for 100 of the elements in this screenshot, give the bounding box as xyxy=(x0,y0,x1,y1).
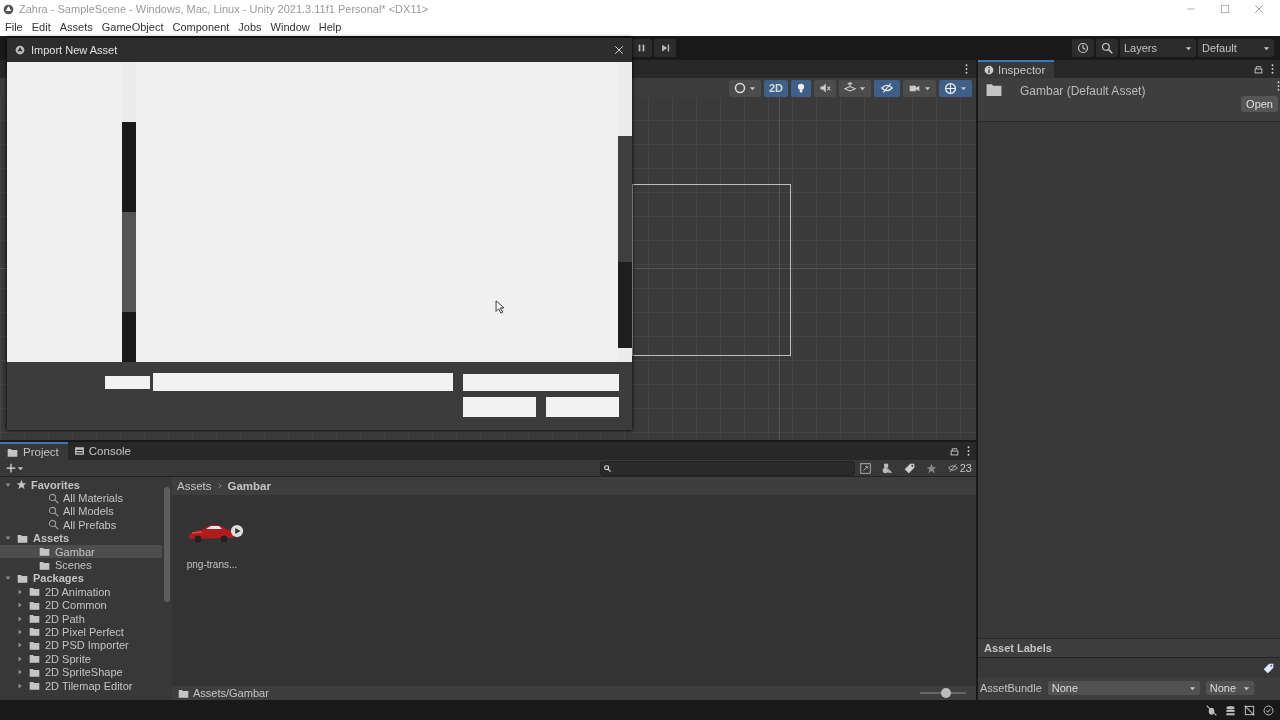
tree-item[interactable]: 2D Common xyxy=(0,598,162,612)
chevron-icon xyxy=(216,482,223,490)
panel-tab[interactable]: Inspector xyxy=(978,60,1055,78)
layers-icon xyxy=(844,82,856,94)
tree-item[interactable]: 2D Path xyxy=(0,611,162,626)
light-toggle[interactable] xyxy=(791,79,811,97)
dropdown-caret-icon xyxy=(1188,684,1196,692)
menu-item[interactable]: Assets xyxy=(59,21,93,33)
search-icon xyxy=(1101,42,1113,54)
history-button[interactable] xyxy=(1072,39,1094,57)
step-button[interactable] xyxy=(654,39,676,57)
tree-item[interactable]: 2D SpriteShape xyxy=(0,665,162,679)
search-icon xyxy=(48,519,59,531)
camera-toggle[interactable] xyxy=(903,79,936,97)
folder-icon xyxy=(16,572,29,584)
search-field[interactable] xyxy=(599,460,855,476)
tree-item[interactable]: 2D Sprite xyxy=(0,652,162,666)
check-icon xyxy=(1263,704,1274,716)
panel-tab[interactable]: Project xyxy=(0,442,68,460)
folder-icon xyxy=(984,81,1004,98)
field-label: AssetBundle xyxy=(980,682,1042,694)
tree-item[interactable]: Gambar xyxy=(0,544,162,559)
tree-item[interactable]: 2D PSD Importer xyxy=(0,638,162,653)
menu-item[interactable]: Help xyxy=(318,21,342,33)
menu-item[interactable]: Component xyxy=(172,21,230,33)
hidden-eye-icon xyxy=(946,463,959,473)
tree-item[interactable]: 2D Pixel Perfect xyxy=(0,625,162,639)
more-icon xyxy=(1277,81,1280,91)
dropdown-caret-icon xyxy=(1263,44,1270,52)
lock-icon xyxy=(950,446,959,456)
visibility-toggle[interactable] xyxy=(874,79,900,97)
folder-icon xyxy=(28,599,41,611)
tree-item[interactable]: Assets xyxy=(0,531,162,545)
window-title: Zahra - SampleScene - Windows, Mac, Linux - Unity 2021.3.11f1 Personal* <DX11> xyxy=(19,3,429,15)
menu-item[interactable]: Edit xyxy=(31,21,51,33)
play-icon xyxy=(230,524,244,538)
shading-toggle[interactable] xyxy=(728,79,761,97)
folder-icon xyxy=(28,586,41,598)
asset-bundle-dropdown[interactable]: None xyxy=(1047,681,1200,695)
folder-icon xyxy=(28,626,41,638)
search-icon xyxy=(48,505,59,517)
panel-tab[interactable]: Console xyxy=(67,442,140,460)
gizmos-toggle[interactable] xyxy=(939,79,972,97)
tag-icon xyxy=(904,462,916,474)
star-icon xyxy=(926,462,938,474)
tree-item[interactable]: All Models xyxy=(0,504,162,519)
unity-logo-icon xyxy=(15,45,25,55)
dropdown-caret-icon xyxy=(1242,684,1250,692)
menu-item[interactable]: File xyxy=(5,21,23,33)
scrollbar[interactable] xyxy=(122,122,136,362)
tree-item[interactable]: 2D Animation xyxy=(0,585,162,599)
plus-icon xyxy=(6,463,16,473)
dropdown-caret-icon xyxy=(859,84,866,92)
more-icon xyxy=(965,64,968,74)
cursor-icon xyxy=(495,300,505,314)
blank-field[interactable] xyxy=(105,375,150,389)
speaker-icon xyxy=(819,82,831,94)
search-button[interactable] xyxy=(1096,39,1118,57)
dropdown-caret-icon xyxy=(1185,44,1192,52)
menu-item[interactable]: Window xyxy=(270,21,310,33)
breadcrumb-item[interactable]: Gambar xyxy=(227,480,271,492)
unity-logo-icon xyxy=(3,3,14,15)
dropdown-caret-icon xyxy=(960,84,967,92)
breadcrumb-item[interactable]: Assets xyxy=(177,480,212,492)
blank-field[interactable] xyxy=(463,373,619,391)
gizmo-globe-icon xyxy=(944,81,957,95)
debug-icon xyxy=(1206,704,1217,716)
tree-item[interactable]: Packages xyxy=(0,571,162,586)
lock-icon xyxy=(1254,64,1263,74)
menu-item[interactable]: GameObject xyxy=(101,21,164,33)
info-icon xyxy=(984,65,994,75)
tree-item[interactable]: All Prefabs xyxy=(0,518,162,532)
cache-icon xyxy=(1225,704,1236,716)
tag-icon xyxy=(1263,662,1274,674)
audio-toggle[interactable] xyxy=(814,79,836,97)
file-name[interactable]: png-trans... xyxy=(186,559,238,570)
menu-item[interactable]: Jobs xyxy=(238,21,262,33)
maximize-icon xyxy=(1220,4,1230,14)
tree-item[interactable]: Scenes xyxy=(0,558,162,572)
tree-item[interactable]: 2D Tilemap Editor xyxy=(0,678,162,693)
layout-dropdown[interactable]: Default xyxy=(1198,39,1274,57)
folder-icon xyxy=(38,546,51,558)
variant-dropdown[interactable]: None xyxy=(1205,681,1254,695)
close-icon xyxy=(614,45,624,55)
tree-item[interactable]: Favorites xyxy=(0,478,162,492)
scrollbar[interactable] xyxy=(618,136,632,348)
close-button[interactable] xyxy=(614,45,624,55)
mode-toggle[interactable]: 2D xyxy=(763,79,788,97)
folder-icon xyxy=(6,446,19,458)
layers-dropdown[interactable]: Layers xyxy=(1120,39,1196,57)
open-button[interactable]: Open xyxy=(1241,96,1278,112)
filter-type-icon xyxy=(882,462,894,474)
section-header: Asset Labels xyxy=(984,642,1052,654)
tree-item[interactable]: All Materials xyxy=(0,491,162,505)
hidden-count: 23 xyxy=(959,462,972,474)
scrollbar-thumb[interactable] xyxy=(164,487,170,602)
blank-field[interactable] xyxy=(153,373,453,391)
pause-button[interactable] xyxy=(630,39,652,57)
effects-toggle[interactable] xyxy=(839,79,871,97)
search-icon xyxy=(603,464,611,472)
